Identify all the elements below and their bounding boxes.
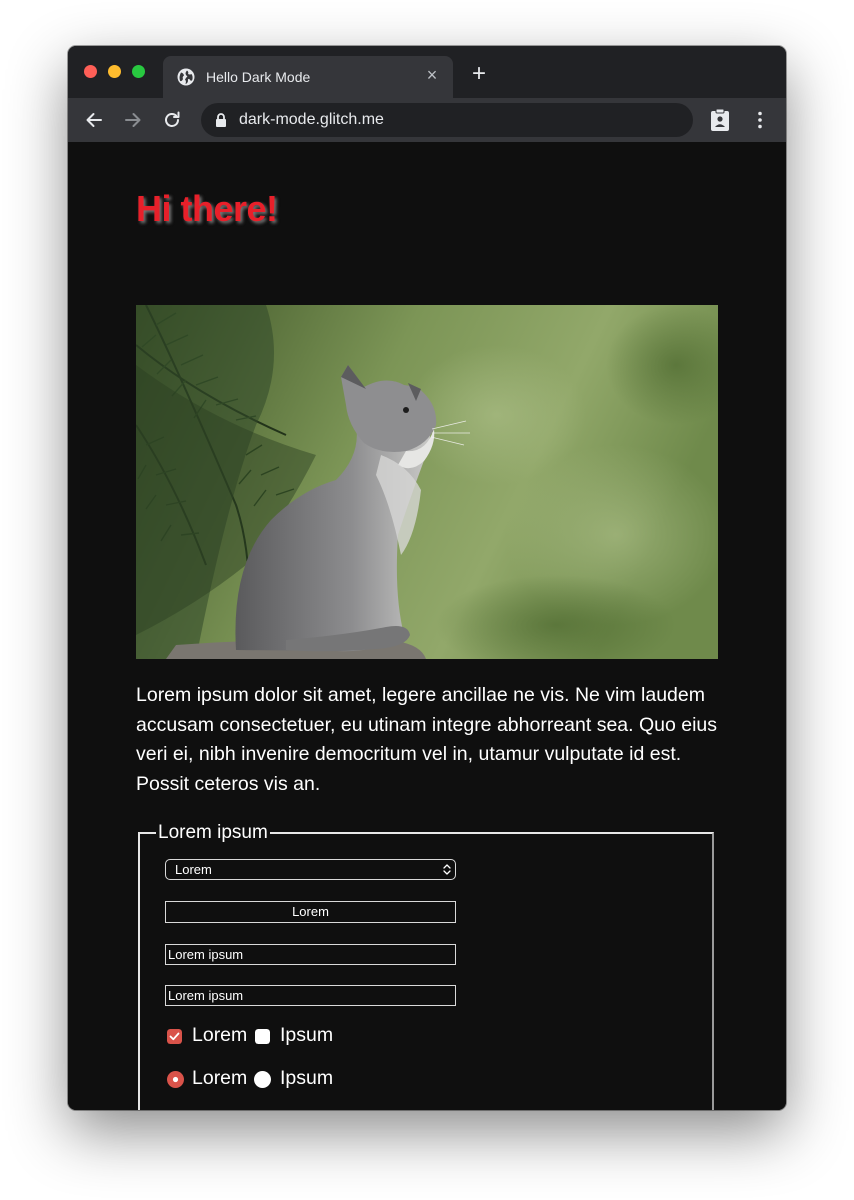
close-window-button[interactable] — [84, 65, 97, 78]
more-menu-icon[interactable] — [750, 110, 770, 130]
checkbox-checked-icon — [167, 1029, 182, 1044]
lock-icon — [216, 113, 226, 127]
select-dropdown[interactable]: Lorem — [165, 859, 456, 880]
page-content: Hi there! Lorem ipsum dolor sit amet, le… — [68, 142, 786, 1110]
new-tab-button[interactable]: + — [468, 62, 490, 86]
radio-unselected-icon — [254, 1071, 271, 1088]
fieldset-legend: Lorem ipsum — [158, 822, 268, 843]
tab-title: Hello Dark Mode — [206, 69, 311, 85]
checkbox-row: Lorem Ipsum — [167, 1024, 427, 1048]
radio-label-lorem: Lorem — [192, 1067, 248, 1089]
back-arrow-icon[interactable] — [83, 109, 105, 131]
checkbox-label-ipsum: Ipsum — [280, 1024, 334, 1046]
url-text: dark-mode.glitch.me — [239, 111, 384, 128]
radio-selected-icon — [167, 1071, 184, 1088]
lorem-button[interactable]: Lorem — [165, 901, 456, 923]
select-arrows-icon — [443, 864, 451, 875]
reload-icon[interactable] — [161, 109, 183, 131]
address-bar[interactable]: dark-mode.glitch.me — [201, 103, 693, 137]
tab-close-icon[interactable]: × — [423, 66, 441, 84]
kitten-photo — [136, 305, 718, 659]
page-heading: Hi there! — [136, 188, 278, 229]
browser-toolbar: dark-mode.glitch.me — [68, 98, 786, 142]
browser-tab[interactable]: Hello Dark Mode × — [163, 56, 453, 98]
radio-label-ipsum: Ipsum — [280, 1067, 334, 1089]
checkbox-unchecked-icon — [255, 1029, 270, 1044]
forward-arrow-icon[interactable] — [122, 109, 144, 131]
clipboard-icon[interactable] — [710, 108, 730, 132]
text-input-1[interactable]: Lorem ipsum — [165, 944, 456, 965]
zoom-window-button[interactable] — [132, 65, 145, 78]
text-input-2[interactable]: Lorem ipsum — [165, 985, 456, 1006]
globe-icon — [177, 68, 195, 86]
browser-window: Hello Dark Mode × + dark-mode.glitch.me — [68, 46, 786, 1110]
minimize-window-button[interactable] — [108, 65, 121, 78]
body-paragraph: Lorem ipsum dolor sit amet, legere ancil… — [136, 684, 718, 795]
title-bar: Hello Dark Mode × + — [68, 46, 786, 98]
select-value: Lorem — [175, 862, 212, 877]
checkbox-label-lorem: Lorem — [192, 1024, 248, 1046]
radio-row: Lorem Ipsum — [167, 1067, 427, 1091]
